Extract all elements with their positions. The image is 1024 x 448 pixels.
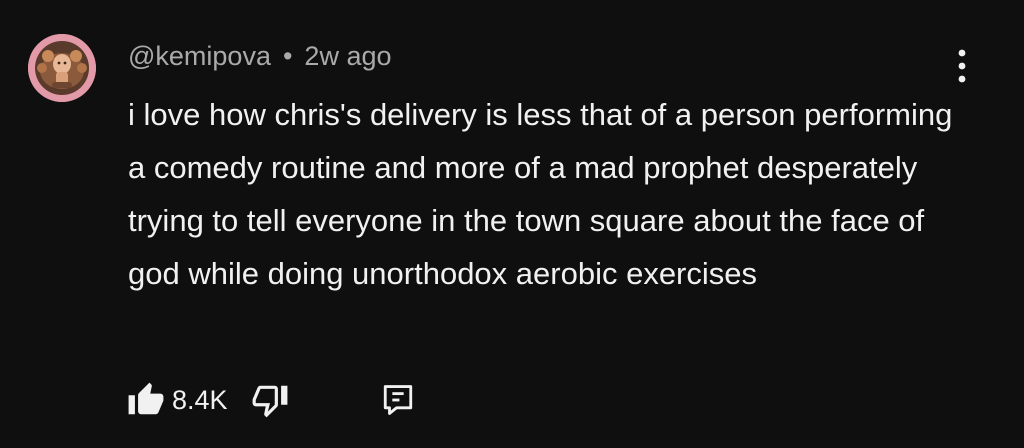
- author-name[interactable]: @kemipova: [128, 41, 271, 72]
- comment-timestamp[interactable]: 2w ago: [304, 41, 391, 72]
- avatar-image: [28, 34, 96, 102]
- dislike-button[interactable]: [248, 378, 292, 422]
- comment-thread: @kemipova • 2w ago i love how chris's de…: [0, 0, 1024, 448]
- more-options-button[interactable]: [946, 46, 978, 86]
- separator-dot: •: [282, 40, 293, 71]
- avatar[interactable]: [28, 34, 96, 102]
- comment-actions: 8.4K: [124, 378, 420, 422]
- reply-button[interactable]: [376, 378, 420, 422]
- comment-text: i love how chris's delivery is less that…: [128, 97, 953, 291]
- reply-comment-icon: [383, 385, 412, 415]
- comment-header: @kemipova • 2w ago: [128, 37, 392, 75]
- more-vert-icon: [958, 49, 966, 83]
- like-count: 8.4K: [172, 384, 228, 415]
- thumbs-down-icon: [252, 385, 287, 418]
- thumbs-up-icon: [128, 382, 164, 415]
- like-button[interactable]: [124, 378, 168, 422]
